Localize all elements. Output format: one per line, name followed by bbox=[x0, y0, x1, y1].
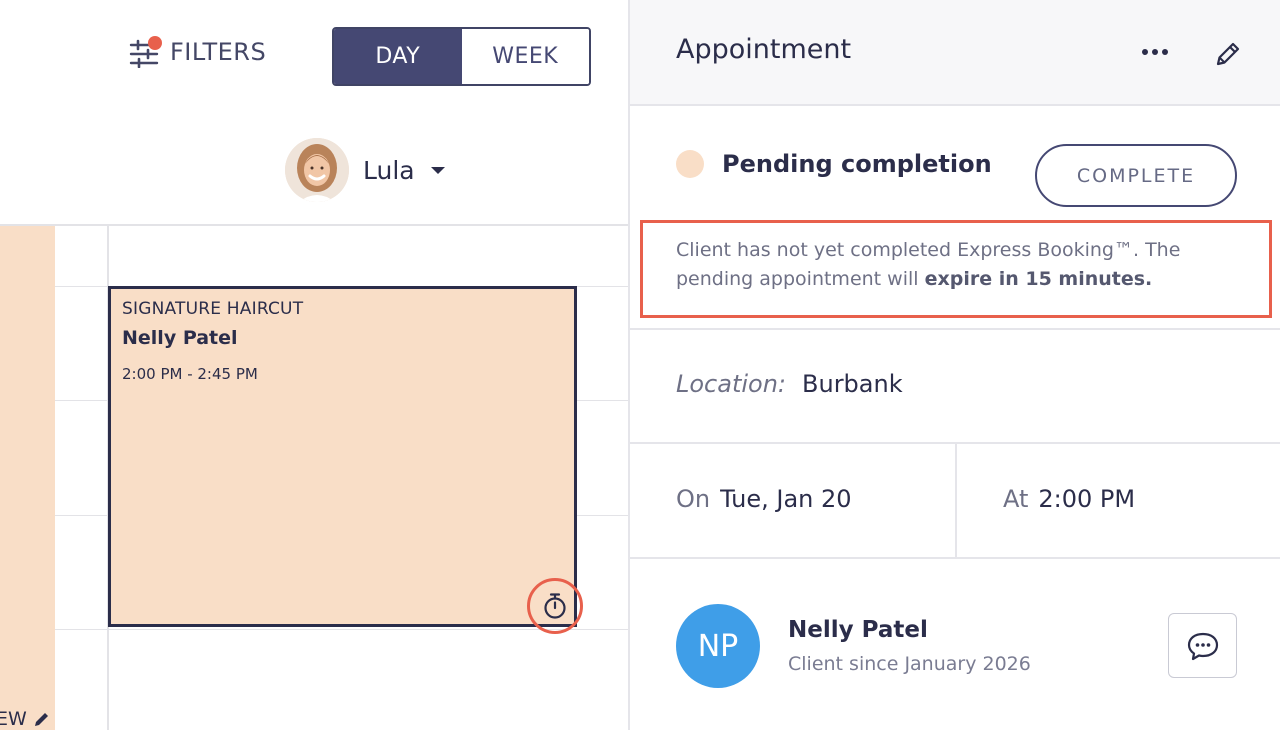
date-field[interactable]: On Tue, Jan 20 bbox=[676, 485, 852, 513]
section-divider bbox=[630, 328, 1280, 330]
date-label: On bbox=[676, 485, 711, 513]
staff-selector[interactable]: Lula bbox=[285, 138, 445, 202]
stopwatch-icon bbox=[544, 593, 566, 619]
date-value: Tue, Jan 20 bbox=[720, 485, 852, 513]
client-summary[interactable]: NP Nelly Patel Client since January 2026 bbox=[676, 604, 1031, 688]
view-toggle: DAY WEEK bbox=[332, 27, 591, 86]
sliders-icon bbox=[128, 36, 162, 69]
client-avatar: NP bbox=[676, 604, 760, 688]
client-name: Nelly Patel bbox=[788, 617, 928, 643]
filters-button[interactable]: FILTERS bbox=[128, 36, 267, 69]
appointment-time-range: 2:00 PM - 2:45 PM bbox=[122, 365, 258, 383]
edit-appointment-button[interactable] bbox=[1208, 34, 1248, 74]
appointment-card[interactable]: SIGNATURE HAIRCUT Nelly Patel 2:00 PM - … bbox=[108, 286, 577, 627]
express-booking-notice: Client has not yet completed Express Boo… bbox=[640, 220, 1272, 318]
calendar-pane: FILTERS DAY WEEK Lula EW SIGNATURE HAIRC… bbox=[0, 0, 628, 730]
chat-bubble-icon bbox=[1187, 632, 1218, 660]
message-client-button[interactable] bbox=[1168, 613, 1237, 678]
status-indicator-dot bbox=[676, 150, 704, 178]
grid-divider bbox=[0, 224, 628, 226]
day-view-button[interactable]: DAY bbox=[334, 29, 462, 84]
time-field[interactable]: At 2:00 PM bbox=[1003, 485, 1135, 513]
section-divider bbox=[630, 557, 1280, 559]
notice-expiry: expire in 15 minutes. bbox=[924, 268, 1153, 290]
client-info: Nelly Patel Client since January 2026 bbox=[788, 617, 1031, 675]
appointment-panel: Appointment Pending completion COMPLETE … bbox=[628, 0, 1280, 730]
adjacent-appointment-text: EW bbox=[0, 708, 27, 730]
status-row: Pending completion bbox=[676, 150, 992, 178]
chevron-down-icon bbox=[430, 166, 445, 174]
date-time-divider bbox=[955, 442, 957, 558]
more-horizontal-icon bbox=[1162, 49, 1168, 55]
more-options-button[interactable] bbox=[1135, 32, 1175, 72]
appointment-service: SIGNATURE HAIRCUT bbox=[122, 299, 304, 319]
staff-avatar bbox=[285, 138, 349, 202]
pending-timer-indicator bbox=[527, 578, 583, 634]
panel-title: Appointment bbox=[676, 34, 852, 65]
time-label: At bbox=[1003, 485, 1029, 513]
location-label: Location: bbox=[676, 370, 787, 398]
adjacent-appointment-block[interactable] bbox=[0, 226, 55, 730]
status-text: Pending completion bbox=[722, 150, 992, 178]
appointment-client: Nelly Patel bbox=[122, 327, 238, 349]
filters-active-badge bbox=[148, 36, 162, 50]
location-value: Burbank bbox=[802, 370, 903, 398]
more-horizontal-icon bbox=[1142, 49, 1148, 55]
staff-name: Lula bbox=[363, 155, 415, 185]
filters-label: FILTERS bbox=[170, 38, 267, 66]
complete-button[interactable]: COMPLETE bbox=[1035, 144, 1237, 207]
pencil-icon bbox=[34, 713, 48, 726]
client-since: Client since January 2026 bbox=[788, 653, 1031, 675]
week-view-button[interactable]: WEEK bbox=[461, 29, 589, 84]
adjacent-appointment-label: EW bbox=[0, 708, 51, 730]
pencil-icon bbox=[1216, 42, 1240, 66]
more-horizontal-icon bbox=[1152, 49, 1158, 55]
time-value: 2:00 PM bbox=[1038, 485, 1136, 513]
location-row: Location: Burbank bbox=[676, 370, 903, 398]
panel-header: Appointment bbox=[630, 0, 1280, 106]
